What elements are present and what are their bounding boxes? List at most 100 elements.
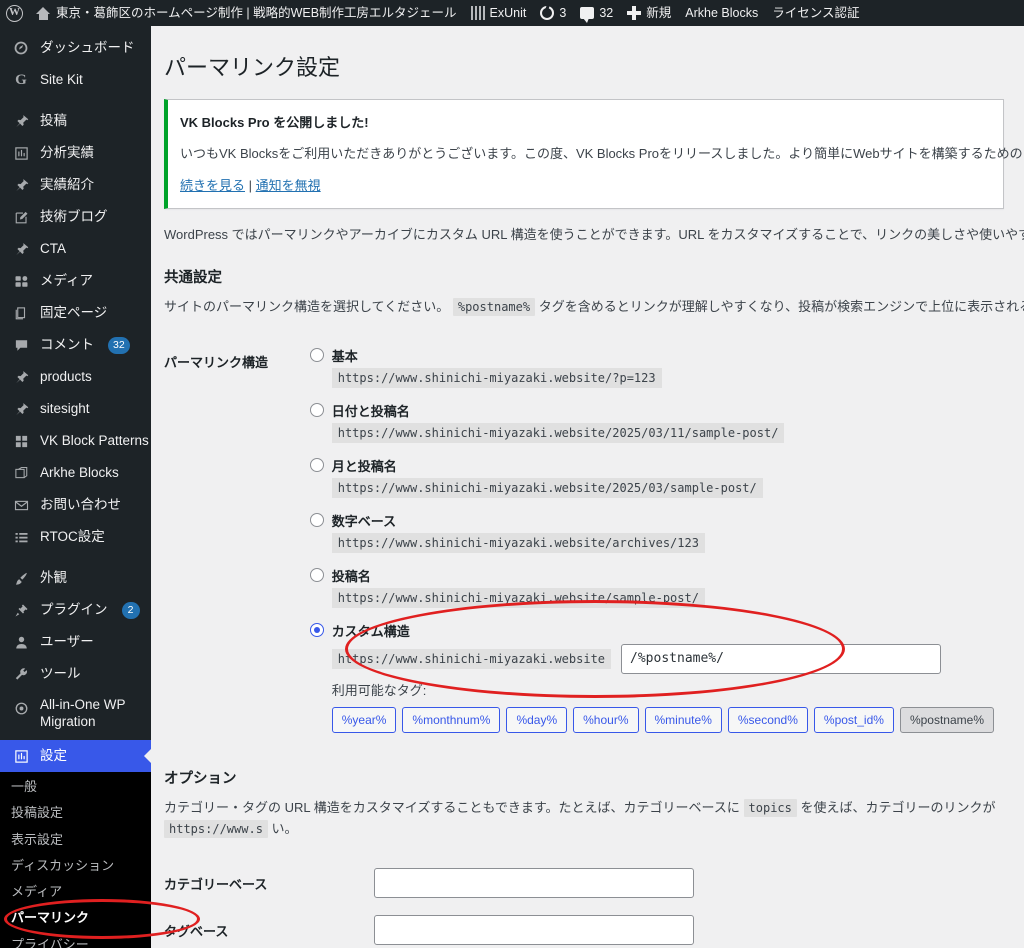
sidebar-item-analytics[interactable]: 分析実績 bbox=[0, 137, 151, 169]
sidebar-item-site-kit[interactable]: G Site Kit bbox=[0, 64, 151, 96]
pin-icon bbox=[11, 111, 31, 131]
adminbar-license[interactable]: ライセンス認証 bbox=[765, 0, 866, 26]
radio-custom-structure-label: カスタム構造 bbox=[331, 623, 410, 639]
permalink-structure-options: 基本 https://www.shinichi-miyazaki.website… bbox=[300, 338, 1004, 742]
radio-option-numeric[interactable]: 数字ベース bbox=[309, 511, 994, 530]
options-desc-part2: を使えば、カテゴリーのリンクが bbox=[800, 800, 996, 816]
comments-count-badge: 32 bbox=[108, 336, 130, 354]
page-title: パーマリンク設定 bbox=[164, 55, 341, 80]
options-title: オプション bbox=[164, 771, 237, 788]
tag-button-monthnum[interactable]: %monthnum% bbox=[402, 706, 501, 734]
comment-bubble-icon bbox=[580, 7, 595, 23]
adminbar-comments[interactable]: 32 bbox=[573, 0, 620, 26]
sidebar-item-rtoc[interactable]: RTOC設定 bbox=[0, 521, 151, 553]
sidebar-item-comments[interactable]: コメント 32 bbox=[0, 329, 151, 361]
submenu-item-general[interactable]: 一般 bbox=[0, 774, 151, 800]
home-icon bbox=[36, 6, 51, 20]
tag-button-minute[interactable]: %minute% bbox=[644, 706, 722, 734]
adminbar-arkhe-blocks[interactable]: Arkhe Blocks bbox=[678, 0, 765, 26]
tag-button-second[interactable]: %second% bbox=[727, 706, 808, 734]
notice-links: 続きを見る | 通知を無視 bbox=[180, 176, 991, 196]
sidebar-item-vk-block-patterns[interactable]: VK Block Patterns bbox=[0, 425, 151, 457]
submenu-item-permalinks[interactable]: パーマリンク bbox=[0, 905, 151, 931]
category-base-label: カテゴリーベース bbox=[164, 877, 268, 893]
admin-bar: 東京・葛飾区のホームページ制作 | 戦略的WEB制作工房エルタジェール ExUn… bbox=[0, 0, 1024, 26]
sidebar-item-settings[interactable]: 設定 bbox=[0, 740, 151, 772]
sidebar-item-dashboard[interactable]: ダッシュボード bbox=[0, 32, 151, 64]
radio-option-plain[interactable]: 基本 bbox=[309, 346, 994, 365]
adminbar-wp-logo[interactable] bbox=[0, 0, 29, 26]
tag-button-day[interactable]: %day% bbox=[506, 706, 568, 734]
sidebar-divider bbox=[0, 96, 151, 105]
radio-post-name-icon[interactable] bbox=[309, 568, 324, 583]
tag-base-row: タグベース bbox=[164, 907, 1004, 948]
notice-link-separator: | bbox=[248, 177, 253, 193]
postname-tag-code: %postname% bbox=[452, 297, 536, 316]
submenu-item-privacy[interactable]: プライバシー bbox=[0, 932, 151, 948]
radio-option-post-name[interactable]: 投稿名 bbox=[309, 566, 994, 585]
custom-structure-input[interactable] bbox=[621, 643, 942, 674]
notice-dismiss-link[interactable]: 通知を無視 bbox=[256, 178, 321, 193]
tag-button-year[interactable]: %year% bbox=[331, 706, 397, 734]
wordpress-logo-icon bbox=[6, 4, 23, 22]
permalink-structure-label: パーマリンク構造 bbox=[164, 354, 269, 370]
sidebar-item-case-studies[interactable]: 実績紹介 bbox=[0, 169, 151, 201]
adminbar-new[interactable]: 新規 bbox=[620, 0, 678, 26]
tag-button-hour[interactable]: %hour% bbox=[573, 706, 639, 734]
sidebar-item-arkhe-blocks[interactable]: Arkhe Blocks bbox=[0, 457, 151, 489]
sidebar-item-tech-blog[interactable]: 技術ブログ bbox=[0, 201, 151, 233]
radio-plain-label: 基本 bbox=[331, 348, 358, 364]
submenu-item-media[interactable]: メディア bbox=[0, 879, 151, 905]
radio-option-month-and-name[interactable]: 月と投稿名 bbox=[309, 456, 994, 475]
grid-icon bbox=[11, 431, 31, 451]
radio-custom-structure-icon[interactable] bbox=[309, 623, 324, 638]
adminbar-updates[interactable]: 3 bbox=[533, 0, 573, 26]
category-base-cell bbox=[364, 860, 1004, 907]
notice-body: いつもVK Blocksをご利用いただきありがとうございます。この度、VK Bl… bbox=[180, 146, 1024, 162]
sidebar-item-label: 固定ページ bbox=[40, 304, 108, 320]
submenu-item-reading[interactable]: 表示設定 bbox=[0, 827, 151, 853]
tag-button-post-id[interactable]: %post_id% bbox=[813, 706, 894, 734]
radio-numeric-icon[interactable] bbox=[309, 513, 324, 528]
radio-day-and-name-icon[interactable] bbox=[309, 403, 324, 418]
settings-submenu: 一般 投稿設定 表示設定 ディスカッション メディア パーマリンク プライバシー bbox=[0, 772, 151, 948]
url-preview-numeric: https://www.shinichi-miyazaki.website/ar… bbox=[331, 532, 994, 553]
pencil-icon bbox=[11, 207, 31, 227]
url-preview-month-and-name-text: https://www.shinichi-miyazaki.website/20… bbox=[331, 477, 763, 498]
sidebar-item-cta[interactable]: CTA bbox=[0, 233, 151, 265]
sidebar-item-contact[interactable]: お問い合わせ bbox=[0, 489, 151, 521]
url-preview-day-and-name: https://www.shinichi-miyazaki.website/20… bbox=[331, 422, 994, 443]
custom-structure-prefix: https://www.shinichi-miyazaki.website bbox=[331, 648, 612, 669]
tag-button-postname[interactable]: %postname% bbox=[899, 706, 994, 734]
notice-read-more-link[interactable]: 続きを見る bbox=[180, 178, 245, 193]
tag-base-input[interactable] bbox=[374, 915, 694, 946]
sidebar-item-all-in-one-wp-migration[interactable]: All-in-One WP Migration bbox=[0, 690, 151, 740]
blocks-icon bbox=[11, 463, 31, 483]
sidebar-item-plugins[interactable]: プラグイン 2 bbox=[0, 594, 151, 626]
submenu-item-writing[interactable]: 投稿設定 bbox=[0, 800, 151, 826]
submenu-item-discussion[interactable]: ディスカッション bbox=[0, 853, 151, 879]
exunit-icon bbox=[470, 6, 485, 20]
sidebar-item-pages[interactable]: 固定ページ bbox=[0, 297, 151, 329]
sidebar-item-posts[interactable]: 投稿 bbox=[0, 105, 151, 137]
adminbar-site-name[interactable]: 東京・葛飾区のホームページ制作 | 戦略的WEB制作工房エルタジェール bbox=[29, 0, 464, 26]
sidebar-item-sitesight[interactable]: sitesight bbox=[0, 393, 151, 425]
sidebar-item-appearance[interactable]: 外観 bbox=[0, 562, 151, 594]
category-base-input[interactable] bbox=[374, 868, 694, 899]
sidebar-item-tools[interactable]: ツール bbox=[0, 658, 151, 690]
sidebar-item-products[interactable]: products bbox=[0, 361, 151, 393]
main-content: パーマリンク設定 VK Blocks Pro を公開しました! いつもVK Bl… bbox=[151, 26, 1024, 948]
plus-icon bbox=[627, 6, 642, 20]
radio-option-custom-structure[interactable]: カスタム構造 bbox=[309, 621, 994, 640]
sidebar-item-label: Site Kit bbox=[40, 71, 83, 87]
sidebar-item-users[interactable]: ユーザー bbox=[0, 626, 151, 658]
mail-icon bbox=[11, 495, 31, 515]
migration-icon bbox=[11, 698, 31, 718]
sidebar-item-label: 技術ブログ bbox=[40, 208, 108, 224]
radio-month-and-name-icon[interactable] bbox=[309, 458, 324, 473]
radio-option-day-and-name[interactable]: 日付と投稿名 bbox=[309, 401, 994, 420]
adminbar-exunit[interactable]: ExUnit bbox=[464, 0, 534, 26]
sidebar-item-media[interactable]: メディア bbox=[0, 265, 151, 297]
sidebar-item-label: 実績紹介 bbox=[40, 176, 94, 192]
radio-plain-icon[interactable] bbox=[309, 348, 324, 363]
